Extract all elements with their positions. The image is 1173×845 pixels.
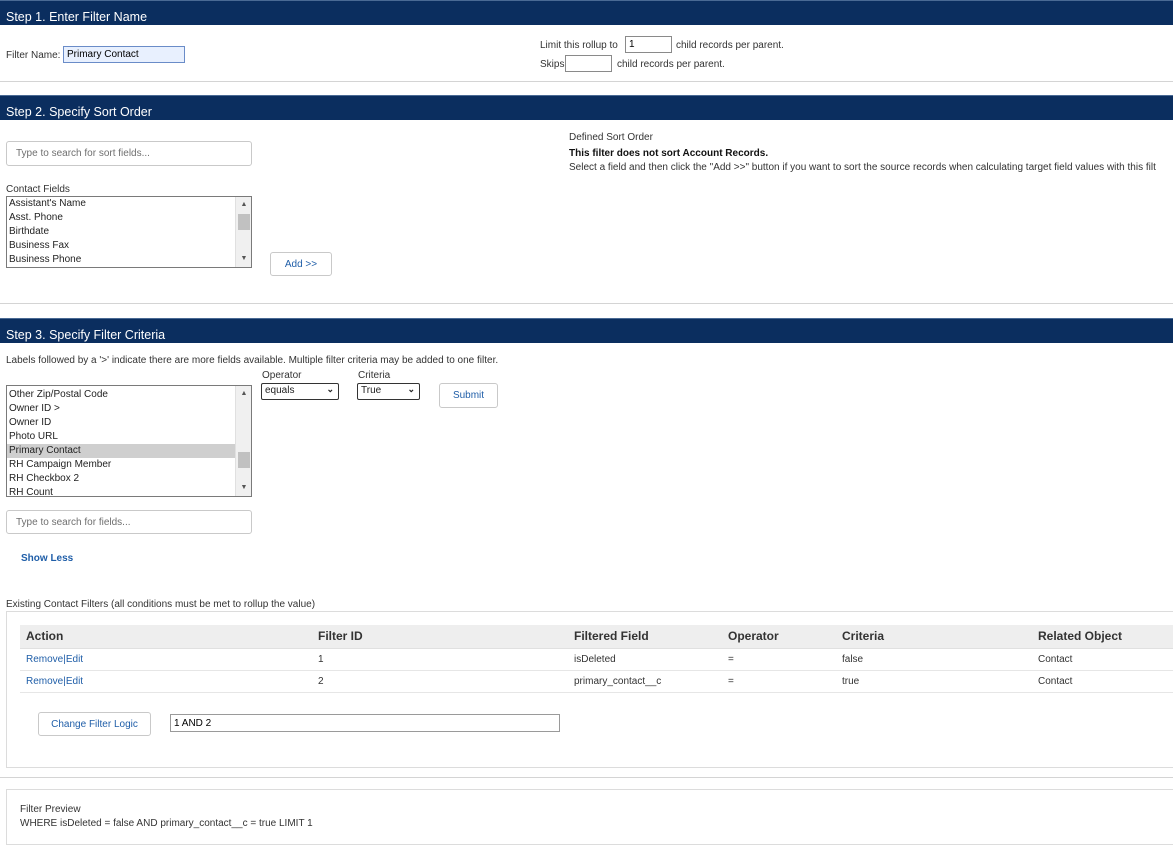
list-item[interactable]: Photo URL [7,430,251,444]
skips-suffix: child records per parent. [617,59,725,70]
list-item-selected[interactable]: Primary Contact [7,444,235,458]
filters-table: Action Filter ID Filtered Field Operator… [20,625,1173,693]
listbox-scrollbar[interactable]: ▲ ▼ [235,197,251,267]
limit-label: Limit this rollup to [540,40,618,51]
column-header: Action [20,625,312,649]
sort-field-search[interactable] [6,141,252,166]
column-header: Operator [722,625,836,649]
sort-fields-listbox[interactable]: Assistant's Name Asst. Phone Birthdate B… [6,196,252,268]
section-divider [0,81,1173,82]
limit-input[interactable] [625,36,672,53]
filter-id-cell: 1 [312,648,568,671]
show-less-link[interactable]: Show Less [21,553,73,564]
list-item[interactable]: Owner ID > [7,402,251,416]
list-item[interactable]: Birthdate [7,225,251,239]
defined-sort-label: Defined Sort Order [569,132,653,143]
step2-header: Step 2. Specify Sort Order [0,95,1173,120]
operator-cell: = [722,670,836,693]
section-divider [0,303,1173,304]
remove-edit-link[interactable]: Remove|Edit [26,654,83,665]
criteria-cell: false [836,648,1032,671]
limit-suffix: child records per parent. [676,40,784,51]
related-object-cell: Contact [1032,648,1173,671]
list-item[interactable]: RH Checkbox 2 [7,472,251,486]
list-item[interactable]: Assistant's Name [7,197,251,211]
table-header-row: Action Filter ID Filtered Field Operator… [20,625,1173,649]
operator-label: Operator [262,370,302,381]
chevron-down-icon: ⌄ [326,384,334,394]
filter-logic-input[interactable] [170,714,560,732]
filter-criteria-note: Labels followed by a '>' indicate there … [6,355,499,366]
criteria-label: Criteria [358,370,391,381]
related-object-cell: Contact [1032,670,1173,693]
skips-input[interactable] [565,55,612,72]
list-item[interactable]: RH Campaign Member [7,458,251,472]
list-item[interactable]: Business Phone [7,253,251,267]
column-header: Filtered Field [568,625,722,649]
table-row: Remove|Edit 2 primary_contact__c = true … [20,670,1173,693]
list-item[interactable]: Owner ID [7,416,251,430]
criteria-value: True [361,385,382,396]
submit-button[interactable]: Submit [439,383,498,408]
chevron-down-icon: ⌄ [407,384,415,394]
filter-name-input[interactable] [63,46,185,63]
column-header: Filter ID [312,625,568,649]
operator-select[interactable]: equals ⌄ [261,383,339,400]
filter-preview-query: WHERE isDeleted = false AND primary_cont… [20,818,313,829]
scroll-down-icon[interactable]: ▼ [236,251,251,267]
filter-name-label: Filter Name: [6,50,61,61]
step3-title: Step 3. Specify Filter Criteria [6,328,166,342]
list-item[interactable]: Other Zip/Postal Code [7,388,251,402]
scroll-up-icon[interactable]: ▲ [236,197,251,213]
sort-instructions: Select a field and then click the "Add >… [569,162,1156,173]
listbox-scrollbar[interactable]: ▲ ▼ [235,386,251,496]
contact-fields-label: Contact Fields [6,184,70,195]
field-search[interactable] [6,510,252,534]
change-filter-logic-button[interactable]: Change Filter Logic [38,712,151,736]
scrollbar-thumb[interactable] [238,214,250,230]
step2-title: Step 2. Specify Sort Order [6,105,152,119]
step1-title: Step 1. Enter Filter Name [6,10,148,24]
criteria-select[interactable]: True ⌄ [357,383,420,400]
skips-label: Skips [540,59,565,70]
criteria-cell: true [836,670,1032,693]
remove-edit-link[interactable]: Remove|Edit [26,676,83,687]
filtered-field-cell: isDeleted [568,648,722,671]
list-item[interactable]: RH Count [7,486,251,496]
list-item[interactable]: Asst. Phone [7,211,251,225]
filter-fields-listbox[interactable]: Other Zip/Postal Code Owner ID > Owner I… [6,385,252,497]
filter-preview-panel [6,789,1173,845]
column-header: Criteria [836,625,1032,649]
scroll-up-icon[interactable]: ▲ [236,386,251,402]
scroll-down-icon[interactable]: ▼ [236,480,251,496]
scrollbar-thumb[interactable] [238,452,250,468]
add-sort-button[interactable]: Add >> [270,252,332,276]
step1-header: Step 1. Enter Filter Name [0,0,1173,25]
filter-id-cell: 2 [312,670,568,693]
existing-filters-label: Existing Contact Filters (all conditions… [6,599,316,610]
filtered-field-cell: primary_contact__c [568,670,722,693]
operator-cell: = [722,648,836,671]
list-item[interactable]: Business Fax [7,239,251,253]
filter-preview-label: Filter Preview [20,804,81,815]
table-row: Remove|Edit 1 isDeleted = false Contact [20,648,1173,671]
column-header: Related Object [1032,625,1173,649]
operator-value: equals [265,385,295,396]
section-divider [0,777,1173,778]
no-sort-message: This filter does not sort Account Record… [569,148,769,159]
step3-header: Step 3. Specify Filter Criteria [0,318,1173,343]
